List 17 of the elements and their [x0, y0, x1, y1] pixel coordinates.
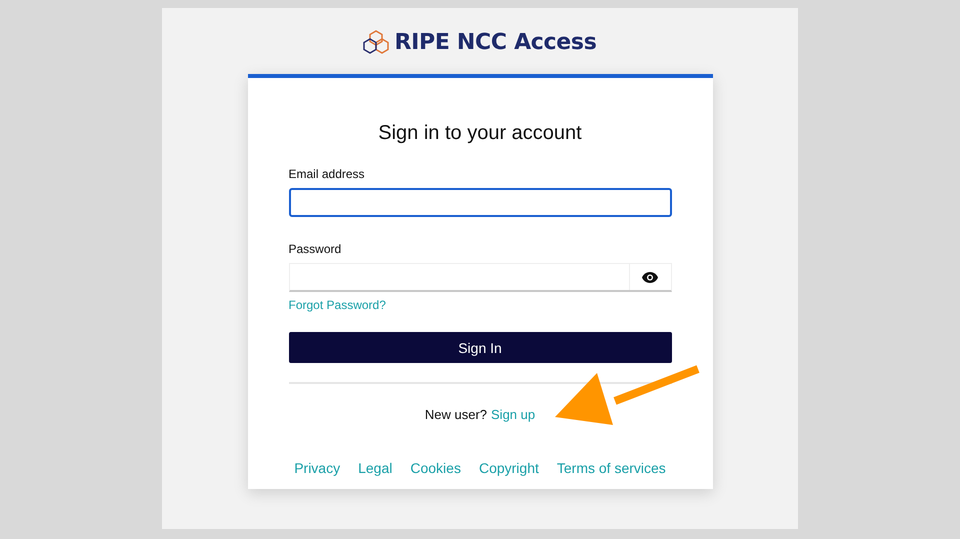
field-label: Email address: [288, 167, 366, 181]
signup-prompt: New user?: [424, 407, 488, 422]
footer-link[interactable]: Cookies: [410, 460, 461, 476]
brand-name: RIPE NCC Access: [394, 30, 597, 54]
footer-link[interactable]: Legal: [358, 460, 392, 476]
logo-icon: [363, 29, 390, 55]
forgot-password-link[interactable]: Forgot Password?: [288, 298, 386, 312]
footer-link[interactable]: Terms of services: [556, 460, 666, 476]
sign-up-link[interactable]: Sign up: [491, 407, 536, 422]
eye-icon: [642, 272, 658, 282]
footer-link[interactable]: Copyright: [478, 460, 539, 476]
field-label: Password: [288, 242, 342, 256]
password-field[interactable]: [288, 263, 672, 292]
sign-in-button[interactable]: Sign In: [288, 332, 672, 363]
footer-link[interactable]: Privacy: [294, 460, 340, 476]
email-field[interactable]: [288, 188, 672, 217]
card-title: Sign in to your account: [377, 122, 583, 145]
